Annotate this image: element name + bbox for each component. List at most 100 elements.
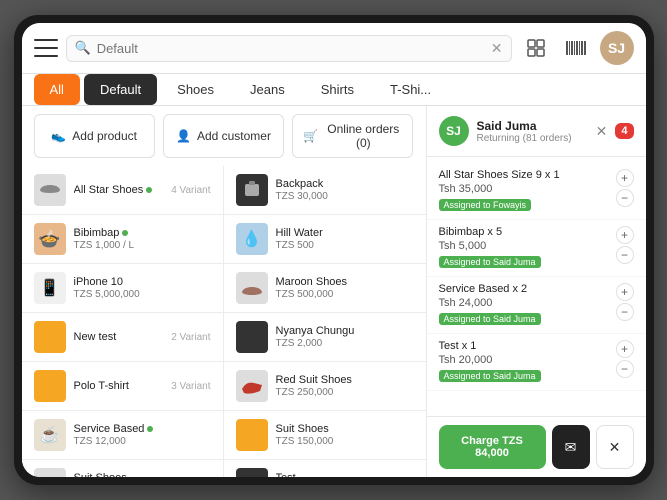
list-item[interactable]: Polo T-shirt 3 Variant [22,362,224,411]
product-info: Maroon Shoes TZS 500,000 [276,276,414,300]
list-item[interactable]: Red Suit Shoes TZS 250,000 [224,362,426,411]
product-price: TZS 2,000 [276,338,414,349]
decrement-button[interactable]: − [616,303,634,321]
product-thumbnail: ☕ [34,419,66,451]
product-variant: 3 Variant [171,381,210,392]
cart-item-info: Bibimbap x 5 Tsh 5,000 Assigned to Said … [439,226,610,270]
main-layout: 👟 Add product 👤 Add customer 🛒 Online or… [22,106,646,477]
increment-button[interactable]: + [616,169,634,187]
product-thumbnail [34,370,66,402]
product-name: Service Based [74,423,211,435]
barcode-icon[interactable] [560,32,592,64]
product-thumbnail [34,468,66,477]
product-thumbnail [236,419,268,451]
product-name: Maroon Shoes [276,276,414,288]
increment-button[interactable]: + [616,283,634,301]
cat-tab-default[interactable]: Default [84,74,157,105]
customer-avatar: SJ [439,116,469,146]
add-product-button[interactable]: 👟 Add product [34,114,155,158]
decrement-button[interactable]: − [616,246,634,264]
add-product-icon: 👟 [51,129,66,143]
product-variant: 4 Variant [171,185,210,196]
online-orders-button[interactable]: 🛒 Online orders (0) [292,114,413,158]
customer-sub: Returning (81 orders) [477,133,588,144]
list-item[interactable]: Suit Shoes TZS 150,000 [224,411,426,460]
cart-item: Test x 1 Tsh 20,000 Assigned to Said Jum… [427,334,646,391]
product-price: TZS 250,000 [276,387,414,398]
product-thumbnail [236,370,268,402]
list-item[interactable]: 📱 iPhone 10 TZS 5,000,000 [22,264,224,313]
product-name: Backpack [276,178,414,190]
decrement-button[interactable]: − [616,189,634,207]
product-info: Bibimbap TZS 1,000 / L [74,227,211,251]
cat-tab-shirts[interactable]: Shirts [305,74,370,105]
cart-badge: 4 [615,123,633,139]
add-customer-button[interactable]: 👤 Add customer [163,114,284,158]
customer-name: Said Juma [477,119,588,133]
charge-button[interactable]: Charge TZS 84,000 [439,425,546,469]
tablet-frame: 🔍 ✕ [14,15,654,485]
product-thumbnail [236,272,268,304]
product-thumbnail: 📱 [34,272,66,304]
increment-button[interactable]: + [616,226,634,244]
product-info: All Star Shoes [74,184,164,196]
cart-item-price: Tsh 35,000 [439,183,610,195]
avatar[interactable]: SJ [600,31,634,65]
cat-tab-jeans[interactable]: Jeans [234,74,301,105]
product-thumbnail: 💧 [236,223,268,255]
discard-button[interactable]: ✕ [596,425,634,469]
list-item[interactable]: Test TZS 20,000 [224,460,426,477]
cart-item-info: Test x 1 Tsh 20,000 Assigned to Said Jum… [439,340,610,384]
product-thumbnail: 🍲 [34,223,66,255]
close-search-icon[interactable]: ✕ [491,40,503,57]
customer-info: Said Juma Returning (81 orders) [477,119,588,144]
search-icon: 🔍 [75,40,91,56]
hamburger-icon[interactable] [34,39,58,57]
availability-dot [147,426,153,432]
cart-close-button[interactable]: ✕ [596,123,608,140]
action-buttons: 👟 Add product 👤 Add customer 🛒 Online or… [22,106,426,166]
cat-tab-tshirts[interactable]: T-Shi... [374,74,447,105]
increment-button[interactable]: + [616,340,634,358]
search-box[interactable]: 🔍 ✕ [66,35,512,62]
product-name: Test [276,472,414,477]
list-item[interactable]: 💧 Hill Water TZS 500 [224,215,426,264]
product-name: Nyanya Chungu [276,325,414,337]
product-info: iPhone 10 TZS 5,000,000 [74,276,211,300]
email-button[interactable]: ✉ [552,425,590,469]
assigned-badge: Assigned to Fowayis [439,199,532,211]
product-price: TZS 12,000 [74,436,211,447]
list-item[interactable]: All Star Shoes 4 Variant [22,166,224,215]
product-name: Polo T-shirt [74,380,164,392]
product-thumbnail [236,321,268,353]
list-item[interactable]: Maroon Shoes TZS 500,000 [224,264,426,313]
header-icons: SJ [520,31,634,65]
grid-icon[interactable] [520,32,552,64]
add-customer-icon: 👤 [176,129,191,143]
list-item[interactable]: New test 2 Variant [22,313,224,362]
product-name: Bibimbap [74,227,211,239]
cart-item-price: Tsh 20,000 [439,354,610,366]
cart-header: SJ Said Juma Returning (81 orders) ✕ 4 [427,106,646,157]
cart-item-controls: + − [616,169,634,207]
cat-tab-shoes[interactable]: Shoes [161,74,230,105]
product-name: All Star Shoes [74,184,164,196]
cat-tab-all[interactable]: All [34,74,80,105]
product-info: Nyanya Chungu TZS 2,000 [276,325,414,349]
product-price: TZS 150,000 [276,436,414,447]
list-item[interactable]: Nyanya Chungu TZS 2,000 [224,313,426,362]
product-name: iPhone 10 [74,276,211,288]
product-variant: 2 Variant [171,332,210,343]
list-item[interactable]: Backpack TZS 30,000 [224,166,426,215]
search-input[interactable] [97,41,485,56]
decrement-button[interactable]: − [616,360,634,378]
product-grid: All Star Shoes 4 Variant Backpack TZS 3 [22,166,426,477]
list-item[interactable]: ☕ Service Based TZS 12,000 [22,411,224,460]
list-item[interactable]: 🍲 Bibimbap TZS 1,000 / L [22,215,224,264]
category-tabs: All Default Shoes Jeans Shirts T-Shi... [22,74,646,106]
discard-icon: ✕ [609,439,621,456]
product-info: Service Based TZS 12,000 [74,423,211,447]
cart-item-price: Tsh 5,000 [439,240,610,252]
product-info: Suit Shoes TZS 150,000 [276,423,414,447]
list-item[interactable]: Suit Shoes TZS 250,000 [22,460,224,477]
